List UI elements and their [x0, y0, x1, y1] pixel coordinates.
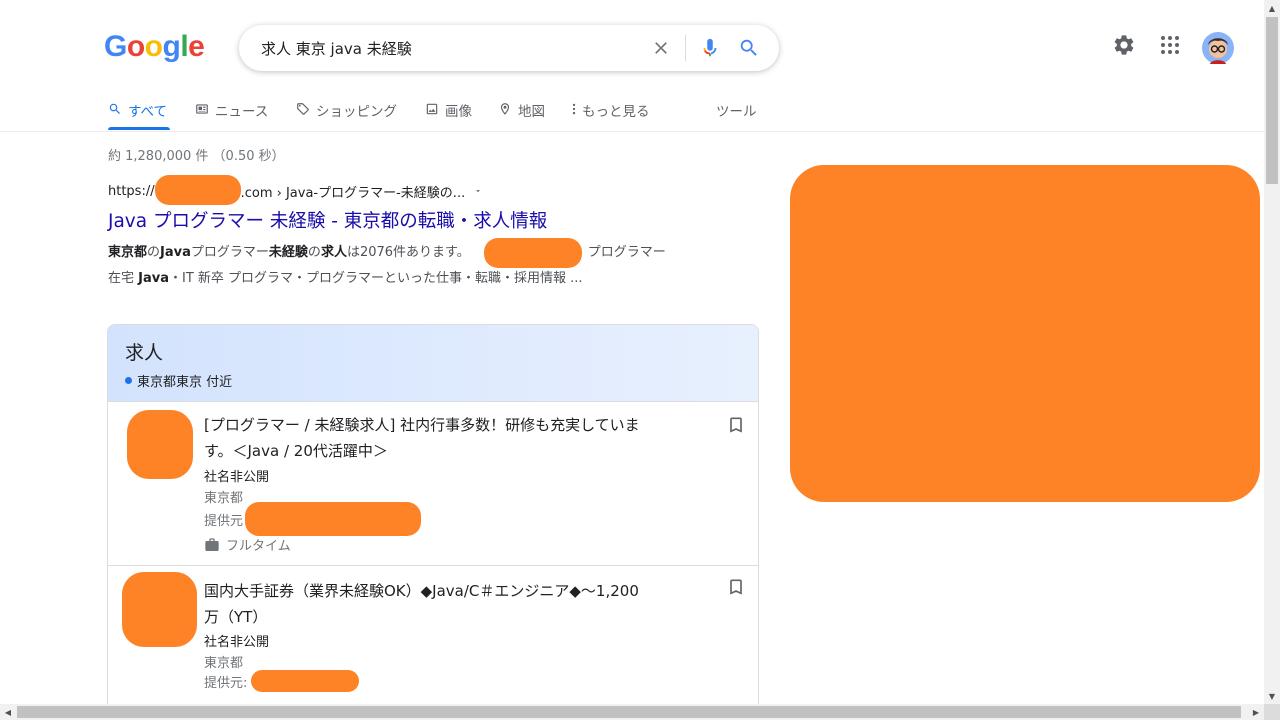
result-cite[interactable]: https:// .com › Java-プログラマー-未経験の... [108, 175, 708, 205]
snippet-bold: 未経験 [268, 245, 308, 260]
tools-label: ツール [716, 104, 757, 120]
job-title[interactable]: [プログラマー / 未経験求人] 社内行事多数！研修も充実しています。＜Java… [204, 412, 644, 464]
vertical-scrollbar[interactable]: ▲ ▼ [1264, 0, 1280, 704]
logo-letter: o [144, 30, 163, 63]
snippet-text: の [147, 245, 161, 260]
search-input[interactable] [261, 25, 641, 71]
horizontal-scroll-thumb[interactable] [17, 706, 1241, 718]
tag-icon [297, 103, 309, 115]
scroll-right-arrow[interactable]: ▶ [1248, 704, 1264, 720]
apps-grid-icon[interactable] [1158, 33, 1182, 61]
redaction [483, 238, 582, 268]
snippet-bold: 東京都 [108, 245, 148, 260]
job-company: 社名非公開 [204, 470, 270, 485]
scroll-up-arrow[interactable]: ▲ [1264, 0, 1280, 16]
snippet-text: 在宅 [108, 271, 139, 286]
redaction [245, 502, 422, 536]
job-via: 提供元: [204, 670, 360, 692]
header-divider [0, 131, 1264, 132]
vertical-scroll-thumb[interactable] [1266, 17, 1278, 184]
tab-label: もっと見る [582, 104, 650, 120]
job-company: 社名非公開 [204, 635, 270, 650]
search-result: https:// .com › Java-プログラマー-未経験の... Java… [108, 175, 708, 290]
horizontal-scrollbar[interactable]: ◀ ▶ [0, 704, 1264, 720]
search-icon[interactable] [737, 36, 761, 60]
job-listing[interactable]: 国内大手証券（業界未経験OK）◆Java/C＃エンジニア◆〜1,200万（YT）… [108, 566, 758, 713]
tab-label: ショッピング [316, 104, 397, 120]
scroll-left-arrow[interactable]: ◀ [0, 704, 16, 720]
bookmark-icon[interactable] [726, 414, 746, 440]
result-snippet: 東京都の Java プログラマー 未経験の求人 は2076件あります。 プログラマー… [108, 238, 708, 290]
scroll-down-arrow[interactable]: ▼ [1264, 688, 1280, 704]
logo-letter: e [188, 30, 205, 63]
cite-prefix: https:// [108, 183, 155, 199]
jobs-panel: 求人 東京都東京 付近 [プログラマー / 未経験求人] 社内行事多数！研修も充… [107, 324, 759, 714]
logo-letter: o [126, 30, 145, 63]
snippet-text: ・IT 新卒 プログラマ・プログラマーといった仕事・転職・採用情報 ... [169, 271, 583, 286]
search-divider [685, 35, 686, 61]
search-box [239, 25, 779, 71]
jobs-location-text: 東京都東京 付近 [137, 375, 233, 390]
jobs-heading: 求人 [125, 342, 164, 364]
company-logo-redaction [122, 572, 197, 647]
tab-label: 画像 [445, 104, 472, 120]
company-logo-redaction [127, 410, 193, 479]
news-icon [196, 104, 208, 114]
result-title-link[interactable]: Java プログラマー 未経験 - 東京都の転職・求人情報 [108, 207, 708, 233]
snippet-text: プログラマー [587, 245, 666, 260]
knowledge-panel-redaction [790, 165, 1260, 502]
briefcase-icon [205, 537, 219, 551]
tab-label: 地図 [518, 104, 545, 120]
jobs-header[interactable]: 求人 東京都東京 付近 [108, 325, 758, 402]
mic-icon[interactable] [698, 36, 722, 60]
snippet-bold: Java [138, 271, 169, 286]
google-logo[interactable]: Google [104, 30, 205, 64]
gear-icon[interactable] [1112, 33, 1136, 61]
snippet-text: の [307, 245, 321, 260]
job-type-label: フルタイム [226, 539, 291, 554]
jobs-location: 東京都東京 付近 [125, 371, 758, 390]
result-stats: 約 1,280,000 件 （0.50 秒） [108, 149, 285, 164]
tab-label: すべて [128, 104, 168, 120]
redaction [251, 670, 360, 692]
job-via-label: 提供元 [204, 513, 244, 529]
map-pin-icon [500, 103, 510, 115]
job-via-label: 提供元: [204, 675, 248, 691]
job-location: 東京都 [204, 656, 244, 671]
snippet-bold: 求人 [320, 245, 347, 260]
tab-label: ニュース [215, 104, 269, 120]
job-via: 提供元 [204, 502, 422, 536]
caret-down-icon[interactable] [473, 186, 483, 196]
logo-letter: G [104, 30, 127, 63]
close-icon[interactable] [649, 36, 673, 60]
search-icon [109, 103, 120, 114]
job-listing[interactable]: [プログラマー / 未経験求人] 社内行事多数！研修も充実しています。＜Java… [108, 402, 758, 565]
active-tab-indicator [108, 127, 170, 130]
redaction [154, 175, 241, 205]
job-type: フルタイム [204, 535, 291, 554]
bookmark-icon[interactable] [726, 576, 746, 602]
logo-letter: l [180, 30, 189, 63]
more-vert-icon [572, 103, 576, 115]
image-icon [426, 103, 438, 115]
logo-letter: g [162, 30, 181, 63]
job-title[interactable]: 国内大手証券（業界未経験OK）◆Java/C＃エンジニア◆〜1,200万（YT） [204, 578, 644, 630]
snippet-bold: Java [160, 245, 191, 260]
snippet-text: プログラマー [190, 245, 269, 260]
location-dot-icon [125, 377, 132, 384]
snippet-text: は2076件あります。 [346, 245, 470, 260]
avatar[interactable] [1202, 32, 1234, 68]
cite-suffix: .com › Java-プログラマー-未経験の... [240, 185, 466, 201]
scrollbar-corner [1264, 704, 1280, 720]
